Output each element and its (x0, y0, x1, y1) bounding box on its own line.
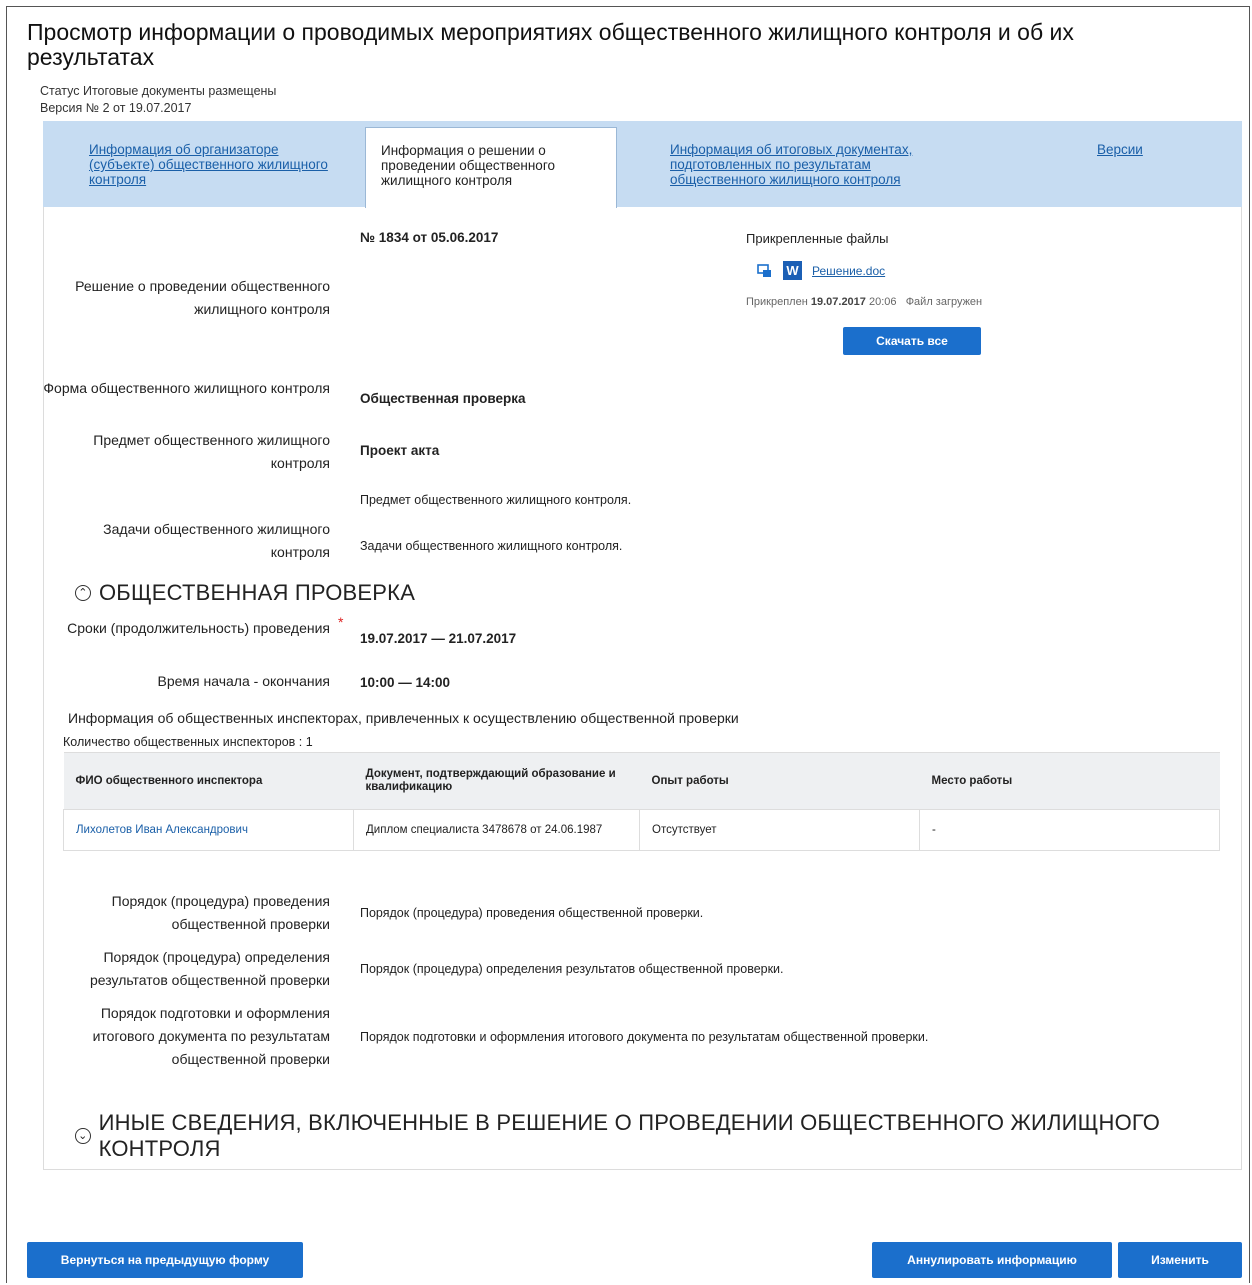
decision-number: № 1834 от 05.06.2017 (360, 230, 499, 245)
col-header-workplace: Место работы (919, 752, 1220, 810)
docs-value: Порядок подготовки и оформления итоговог… (360, 1030, 929, 1044)
form-label: Форма общественного жилищного контроля (43, 380, 330, 396)
annul-button[interactable]: Аннулировать информацию (872, 1242, 1112, 1278)
attached-files-title: Прикрепленные файлы (746, 231, 889, 246)
attached-date: 19.07.2017 (810, 296, 866, 308)
tab-organizer-link[interactable]: Информация об организаторе (субъекте) об… (89, 142, 328, 187)
col-header-name: ФИО общественного инспектора (63, 752, 354, 810)
results-value: Порядок (процедура) определения результа… (360, 962, 784, 976)
download-all-button[interactable]: Скачать все (843, 327, 981, 355)
tab-versions[interactable]: Версии (1097, 121, 1197, 207)
inspectors-count: Количество общественных инспекторов : 1 (63, 735, 313, 749)
subject-text: Предмет общественного жилищного контроля… (360, 493, 632, 507)
terms-label: Сроки (продолжительность) проведения (67, 620, 330, 636)
other-heading: ИНЫЕ СВЕДЕНИЯ, ВКЛЮЧЕННЫЕ В РЕШЕНИЕ О ПР… (98, 1110, 1161, 1161)
results-label: Порядок (процедура) определения результа… (89, 949, 330, 988)
cell-document: Диплом специалиста 3478678 от 24.06.1987 (353, 809, 640, 851)
required-asterisk: * (338, 614, 344, 630)
file-link[interactable]: Решение.doc (812, 264, 885, 278)
page-title: Просмотр информации о проводимых меропри… (27, 19, 1074, 70)
table-row: Лихолетов Иван Александрович Диплом спец… (63, 809, 1220, 851)
inspectors-info: Информация об общественных инспекторах, … (68, 710, 739, 726)
file-status: Файл загружен (905, 296, 983, 308)
cell-experience: Отсутствует (639, 809, 920, 851)
inspection-section-toggle[interactable]: ⌃ ОБЩЕСТВЕННАЯ ПРОВЕРКА (75, 580, 415, 606)
status-line: Статус Итоговые документы размещены (40, 84, 277, 98)
attached-prefix: Прикреплен (746, 296, 808, 308)
decision-label: Решение о проведении общественного жилищ… (75, 278, 330, 317)
word-document-icon: W (783, 261, 802, 280)
tab-versions-link[interactable]: Версии (1097, 142, 1143, 157)
tasks-label: Задачи общественного жилищного контроля (103, 521, 330, 560)
cell-name: Лихолетов Иван Александрович (63, 809, 354, 851)
other-section-toggle[interactable]: ⌄ ИНЫЕ СВЕДЕНИЯ, ВКЛЮЧЕННЫЕ В РЕШЕНИЕ О … (75, 1110, 1252, 1162)
attached-info: Прикреплен 19.07.2017 20:06 Файл загруже… (746, 296, 982, 308)
preview-icon[interactable] (757, 263, 773, 279)
file-row: W Решение.doc (757, 261, 885, 280)
back-button[interactable]: Вернуться на предыдущую форму (27, 1242, 303, 1278)
tab-bar: Информация об организаторе (субъекте) об… (43, 121, 1242, 208)
inspectors-table: ФИО общественного инспектора Документ, п… (63, 752, 1220, 851)
table-header-row: ФИО общественного инспектора Документ, п… (63, 752, 1220, 810)
tab-organizer[interactable]: Информация об организаторе (субъекте) об… (89, 121, 329, 207)
edit-button[interactable]: Изменить (1118, 1242, 1242, 1278)
inspector-name-link[interactable]: Лихолетов Иван Александрович (76, 824, 248, 836)
tab-decision-label: Информация о решении о проведении общест… (381, 143, 555, 188)
chevron-up-icon: ⌃ (75, 585, 91, 601)
cell-workplace: - (919, 809, 1220, 851)
version-line: Версия № 2 от 19.07.2017 (40, 101, 192, 115)
docs-label: Порядок подготовки и оформления итоговог… (92, 1005, 330, 1067)
col-header-document: Документ, подтверждающий образование и к… (353, 752, 640, 810)
tab-decision[interactable]: Информация о решении о проведении общест… (365, 127, 617, 208)
subject-value: Проект акта (360, 443, 440, 458)
terms-value: 19.07.2017 — 21.07.2017 (360, 631, 517, 646)
procedure-value: Порядок (процедура) проведения обществен… (360, 906, 704, 920)
col-header-experience: Опыт работы (639, 752, 920, 810)
form-value: Общественная проверка (360, 391, 526, 406)
time-label: Время начала - окончания (157, 673, 331, 689)
attached-time: 20:06 (868, 296, 897, 308)
inspection-heading: ОБЩЕСТВЕННАЯ ПРОВЕРКА (99, 580, 416, 605)
tasks-value: Задачи общественного жилищного контроля. (360, 539, 623, 553)
subject-label: Предмет общественного жилищного контроля (93, 432, 330, 471)
procedure-label: Порядок (процедура) проведения обществен… (111, 893, 330, 932)
tab-final-documents[interactable]: Информация об итоговых документах, подго… (670, 121, 960, 207)
tab-final-documents-link[interactable]: Информация об итоговых документах, подго… (670, 142, 912, 187)
time-value: 10:00 — 14:00 (360, 675, 451, 690)
chevron-down-icon: ⌄ (75, 1128, 91, 1144)
